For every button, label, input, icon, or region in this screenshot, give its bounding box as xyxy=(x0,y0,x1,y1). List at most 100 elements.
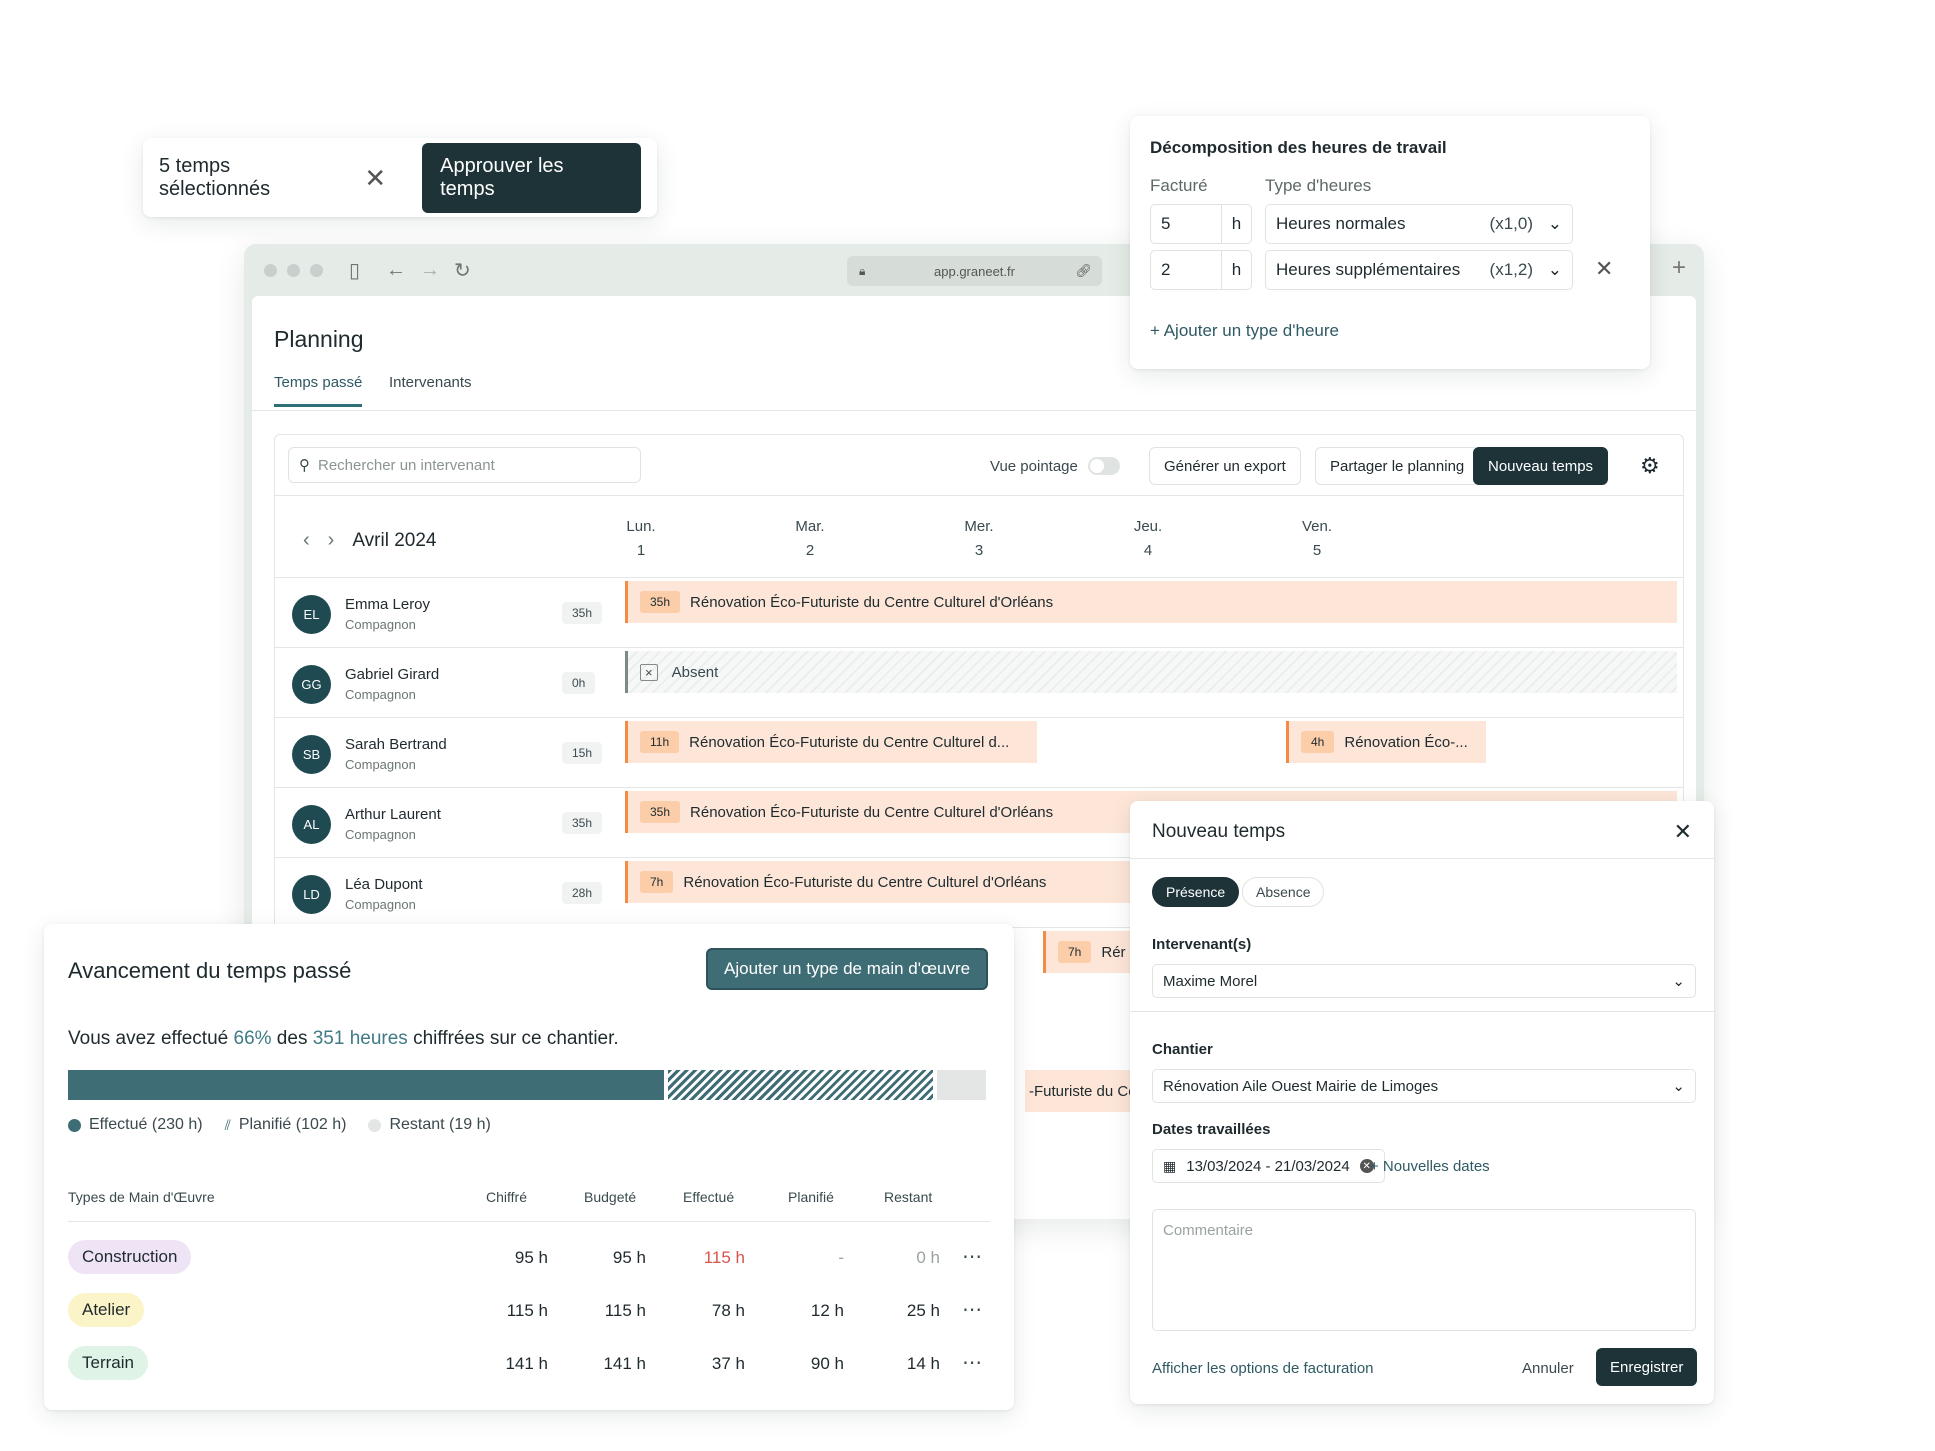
worker-name: Léa Dupont xyxy=(345,876,423,893)
absence-bar[interactable]: × Absent xyxy=(625,651,1677,693)
time-entry-bar[interactable]: 11h Rénovation Éco-Futuriste du Centre C… xyxy=(625,721,1037,763)
add-hour-type-link[interactable]: + Ajouter un type d'heure xyxy=(1150,321,1339,341)
worker-hours: 35h xyxy=(562,812,603,834)
chevron-left-icon[interactable]: ‹ xyxy=(303,529,310,552)
hour-type-select[interactable]: Heures normales (x1,0) ⌄ xyxy=(1265,204,1573,244)
cell-restant: 14 h xyxy=(906,1354,940,1373)
time-entry-bar[interactable]: 4h Rénovation Éco-... xyxy=(1286,721,1486,763)
date-range-chip[interactable]: ▦ 13/03/2024 - 21/03/2024 ✕ xyxy=(1152,1149,1385,1183)
vue-pointage-toggle[interactable] xyxy=(1087,457,1120,475)
tab-temps-passe[interactable]: Temps passé xyxy=(274,374,363,407)
worker-row[interactable]: SB Sarah Bertrand Compagnon 15h 11h Réno… xyxy=(275,717,1683,787)
worker-role: Compagnon xyxy=(345,757,416,772)
billed-hours-input[interactable]: 5 h xyxy=(1150,204,1252,244)
day-header: Lun. 1 xyxy=(611,515,671,563)
tab-intervenants[interactable]: Intervenants xyxy=(389,374,472,391)
more-options-icon[interactable]: ⋯ xyxy=(962,1244,982,1269)
time-entry-bar[interactable]: 7h Rénovation Éco-Futuriste du Centre Cu… xyxy=(625,861,1133,903)
billing-options-link[interactable]: Afficher les options de facturation xyxy=(1152,1360,1374,1377)
entry-label: Rénovation Éco-Futuriste du Centre Cultu… xyxy=(690,593,1054,611)
add-labor-type-button[interactable]: Ajouter un type de main d'œuvre xyxy=(706,948,989,990)
window-close-dot[interactable] xyxy=(264,263,277,277)
comment-textarea[interactable]: Commentaire xyxy=(1152,1209,1696,1331)
dialog-divider xyxy=(1130,858,1714,859)
back-arrow-icon[interactable]: ← xyxy=(386,259,406,282)
window-minimize-dot[interactable] xyxy=(287,263,300,277)
month-nav: ‹ › Avril 2024 xyxy=(303,529,437,552)
date-range-value: 13/03/2024 - 21/03/2024 xyxy=(1186,1157,1350,1175)
hours-breakdown-card: Décomposition des heures de travail Fact… xyxy=(1130,116,1650,369)
progress-card: Avancement du temps passé Ajouter un typ… xyxy=(44,924,1014,1410)
forward-arrow-icon[interactable]: → xyxy=(420,259,440,282)
cancel-button[interactable]: Annuler xyxy=(1522,1360,1574,1377)
billed-hours-value: 5 xyxy=(1161,214,1171,233)
segment-absence[interactable]: Absence xyxy=(1242,877,1325,907)
worker-row[interactable]: GG Gabriel Girard Compagnon 0h × Absent xyxy=(275,647,1683,717)
share-planning-button[interactable]: Partager le planning xyxy=(1315,447,1480,485)
worker-hours: 15h xyxy=(562,742,603,764)
entry-hours: 35h xyxy=(640,591,681,613)
worker-name: Arthur Laurent xyxy=(345,806,441,823)
save-button[interactable]: Enregistrer xyxy=(1596,1348,1698,1386)
progress-summary: Vous avez effectué 66% des 351 heures ch… xyxy=(68,1028,619,1050)
chevron-right-icon[interactable]: › xyxy=(328,529,335,552)
day-number: 2 xyxy=(805,542,815,559)
breakdown-title: Décomposition des heures de travail xyxy=(1150,138,1447,157)
cell-effectue: 37 h xyxy=(711,1354,745,1373)
window-zoom-dot[interactable] xyxy=(310,263,323,277)
day-header: Mar. 2 xyxy=(780,515,840,563)
legend-planned-label: Planifié (102 h) xyxy=(238,1116,347,1133)
labor-type-pill[interactable]: Atelier xyxy=(68,1293,145,1327)
worker-row[interactable]: EL Emma Leroy Compagnon 35h 35h Rénovati… xyxy=(275,577,1683,647)
entry-label: -Futuriste du Cer xyxy=(1029,1082,1142,1100)
chantier-select[interactable]: Rénovation Aile Ouest Mairie de Limoges … xyxy=(1152,1069,1696,1103)
link-icon[interactable]: 🔗︎ xyxy=(1075,263,1092,279)
worker-role: Compagnon xyxy=(345,617,416,632)
chevron-down-icon: ⌄ xyxy=(1672,973,1685,990)
legend-dot-remaining xyxy=(368,1118,382,1132)
dialog-title: Nouveau temps xyxy=(1152,821,1286,842)
avatar: SB xyxy=(292,735,331,774)
intervenant-select[interactable]: Maxime Morel ⌄ xyxy=(1152,964,1696,998)
chevron-down-icon: ⌄ xyxy=(1547,214,1562,233)
chantier-label: Chantier xyxy=(1152,1041,1213,1058)
billed-hours-input[interactable]: 2 h xyxy=(1150,250,1252,290)
time-entry-bar[interactable]: 35h Rénovation Éco-Futuriste du Centre C… xyxy=(625,581,1677,623)
export-button[interactable]: Générer un export xyxy=(1149,447,1301,485)
table-row: Terrain 141 h 141 h 37 h 90 h 14 h ⋯ xyxy=(44,1346,1014,1386)
entry-hours: 7h xyxy=(640,871,674,893)
more-options-icon[interactable]: ⋯ xyxy=(962,1297,982,1322)
cell-chiffre: 141 h xyxy=(505,1354,548,1373)
vue-pointage: Vue pointage xyxy=(990,457,1120,475)
hour-type-multiplier: (x1,2) xyxy=(1489,260,1534,279)
more-options-icon[interactable]: ⋯ xyxy=(962,1350,982,1375)
close-icon[interactable]: ✕ xyxy=(1674,819,1692,845)
hatch-icon: ⫽ xyxy=(224,1116,231,1133)
col-header-chiffre: Chiffré xyxy=(486,1189,527,1205)
new-time-button[interactable]: Nouveau temps xyxy=(1473,447,1609,485)
labor-type-pill[interactable]: Construction xyxy=(68,1240,192,1274)
gear-icon[interactable]: ⚙ xyxy=(1640,453,1660,479)
remove-row-icon[interactable]: ✕ xyxy=(1595,256,1613,282)
search-input[interactable]: ⚲ Rechercher un intervenant xyxy=(288,447,641,483)
hour-type-select[interactable]: Heures supplémentaires (x1,2) ⌄ xyxy=(1265,250,1573,290)
sidebar-toggle-icon[interactable]: ▯ xyxy=(349,258,360,283)
new-dates-link[interactable]: + Nouvelles dates xyxy=(1370,1158,1490,1175)
clear-selection-icon[interactable]: ✕ xyxy=(364,165,386,191)
reload-icon[interactable]: ↻ xyxy=(454,258,471,283)
col-header-effectue: Effectué xyxy=(683,1189,735,1205)
cell-effectue: 115 h xyxy=(703,1248,745,1267)
summary-hours: 351 heures xyxy=(312,1028,408,1049)
new-tab-plus-icon[interactable]: + xyxy=(1672,254,1686,282)
url-bar[interactable]: 🔒︎ app.graneet.fr 🔗︎ xyxy=(847,256,1102,286)
chevron-down-icon: ⌄ xyxy=(1672,1078,1685,1095)
selection-bar: 5 temps sélectionnés ✕ Approuver les tem… xyxy=(143,138,657,217)
col-header-restant: Restant xyxy=(884,1189,933,1205)
worker-hours: 0h xyxy=(562,672,596,694)
url-text: app.graneet.fr xyxy=(934,263,1015,279)
table-row: Construction 95 h 95 h 115 h - 0 h ⋯ xyxy=(44,1240,1014,1280)
day-name: Ven. xyxy=(1301,518,1333,535)
approve-times-button[interactable]: Approuver les temps xyxy=(422,142,641,213)
labor-type-pill[interactable]: Terrain xyxy=(68,1346,148,1380)
segment-presence[interactable]: Présence xyxy=(1152,877,1240,907)
